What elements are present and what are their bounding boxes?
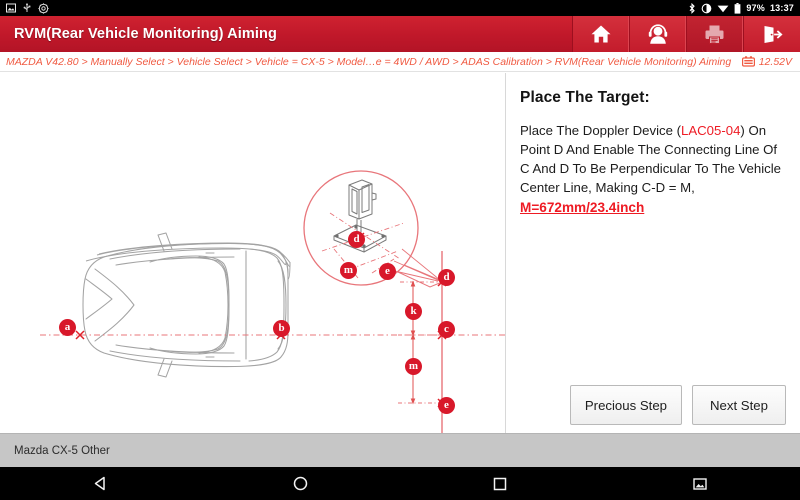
- android-home-button[interactable]: [200, 475, 400, 492]
- breadcrumb[interactable]: MAZDA V42.80 > Manually Select > Vehicle…: [6, 56, 742, 68]
- instruction-body: Place The Doppler Device (LAC05-04) On P…: [520, 121, 786, 217]
- measurement-value: M=672mm/23.4inch: [520, 200, 645, 215]
- marker-a: a: [59, 319, 76, 336]
- inset-marker-d: d: [348, 231, 365, 248]
- home-icon: [591, 25, 610, 43]
- marker-m: m: [405, 358, 422, 375]
- bluetooth-icon: [689, 2, 696, 14]
- marker-d: d: [438, 269, 455, 286]
- app-title-bar: RVM(Rear Vehicle Monitoring) Aiming: [0, 16, 800, 52]
- calibration-diagram: a b d k c m e d m e: [0, 73, 505, 433]
- status-clock: 13:37: [769, 3, 794, 13]
- instruction-text-part1: Place The Doppler Device (: [520, 123, 682, 138]
- status-bar-left-icons: [6, 2, 49, 14]
- app-root: 97% 13:37 RVM(Rear Vehicle Monitoring) A…: [0, 0, 800, 500]
- android-status-bar: 97% 13:37: [0, 0, 800, 16]
- screenshot-icon: [693, 477, 707, 490]
- wifi-icon: [717, 5, 729, 13]
- home-circle-icon: [293, 476, 307, 491]
- vehicle-info-bar: Mazda CX-5 Other: [0, 433, 800, 467]
- headset-person-icon: [648, 23, 667, 44]
- settings-gear-icon: [38, 2, 49, 14]
- exit-door-icon: [764, 25, 783, 43]
- android-recents-button[interactable]: [400, 476, 600, 492]
- step-button-row: Precious Step Next Step: [569, 385, 786, 425]
- marker-b: b: [273, 320, 290, 337]
- marker-e: e: [438, 397, 455, 414]
- android-nav-bar: [0, 467, 800, 500]
- android-screenshot-button[interactable]: [600, 476, 800, 492]
- main-content: a b d k c m e d m e Place The Target: Pl…: [0, 73, 800, 433]
- breadcrumb-bar: MAZDA V42.80 > Manually Select > Vehicle…: [0, 52, 800, 72]
- android-back-button[interactable]: [0, 475, 200, 492]
- status-bar-right-icons: 97% 13:37: [688, 0, 794, 16]
- inset-marker-e: e: [379, 263, 396, 280]
- support-button[interactable]: [629, 16, 686, 52]
- diagram-canvas: [40, 170, 505, 433]
- device-code: LAC05-04: [681, 123, 741, 138]
- battery-icon: [734, 2, 741, 14]
- recents-square-icon: [493, 477, 507, 490]
- vehicle-info-label: Mazda CX-5 Other: [14, 444, 110, 457]
- usb-icon: [23, 3, 31, 12]
- screenshot-icon: [6, 3, 16, 13]
- marker-c: c: [438, 321, 455, 338]
- printer-icon: [705, 25, 724, 44]
- marker-k: k: [405, 303, 422, 320]
- voltage-value: 12.52V: [758, 55, 792, 68]
- inset-marker-m: m: [340, 262, 357, 279]
- brightness-icon: [701, 3, 712, 13]
- page-title: RVM(Rear Vehicle Monitoring) Aiming: [14, 26, 277, 42]
- instruction-heading-colon: :: [644, 89, 650, 106]
- previous-step-button[interactable]: Precious Step: [569, 385, 682, 425]
- voltage-indicator: 12.52V: [741, 55, 794, 68]
- back-triangle-icon: [94, 476, 105, 491]
- battery-percent: 97%: [746, 3, 765, 13]
- instruction-heading: Place The Target:: [520, 89, 786, 107]
- print-button[interactable]: [686, 16, 743, 52]
- exit-button[interactable]: [743, 16, 800, 52]
- instruction-panel: Place The Target: Place The Doppler Devi…: [505, 73, 800, 433]
- next-step-button[interactable]: Next Step: [692, 385, 786, 425]
- title-bar-actions: [572, 16, 800, 52]
- home-button[interactable]: [572, 16, 629, 52]
- battery-icon: [741, 56, 755, 67]
- instruction-heading-text: Place The Target: [520, 89, 645, 106]
